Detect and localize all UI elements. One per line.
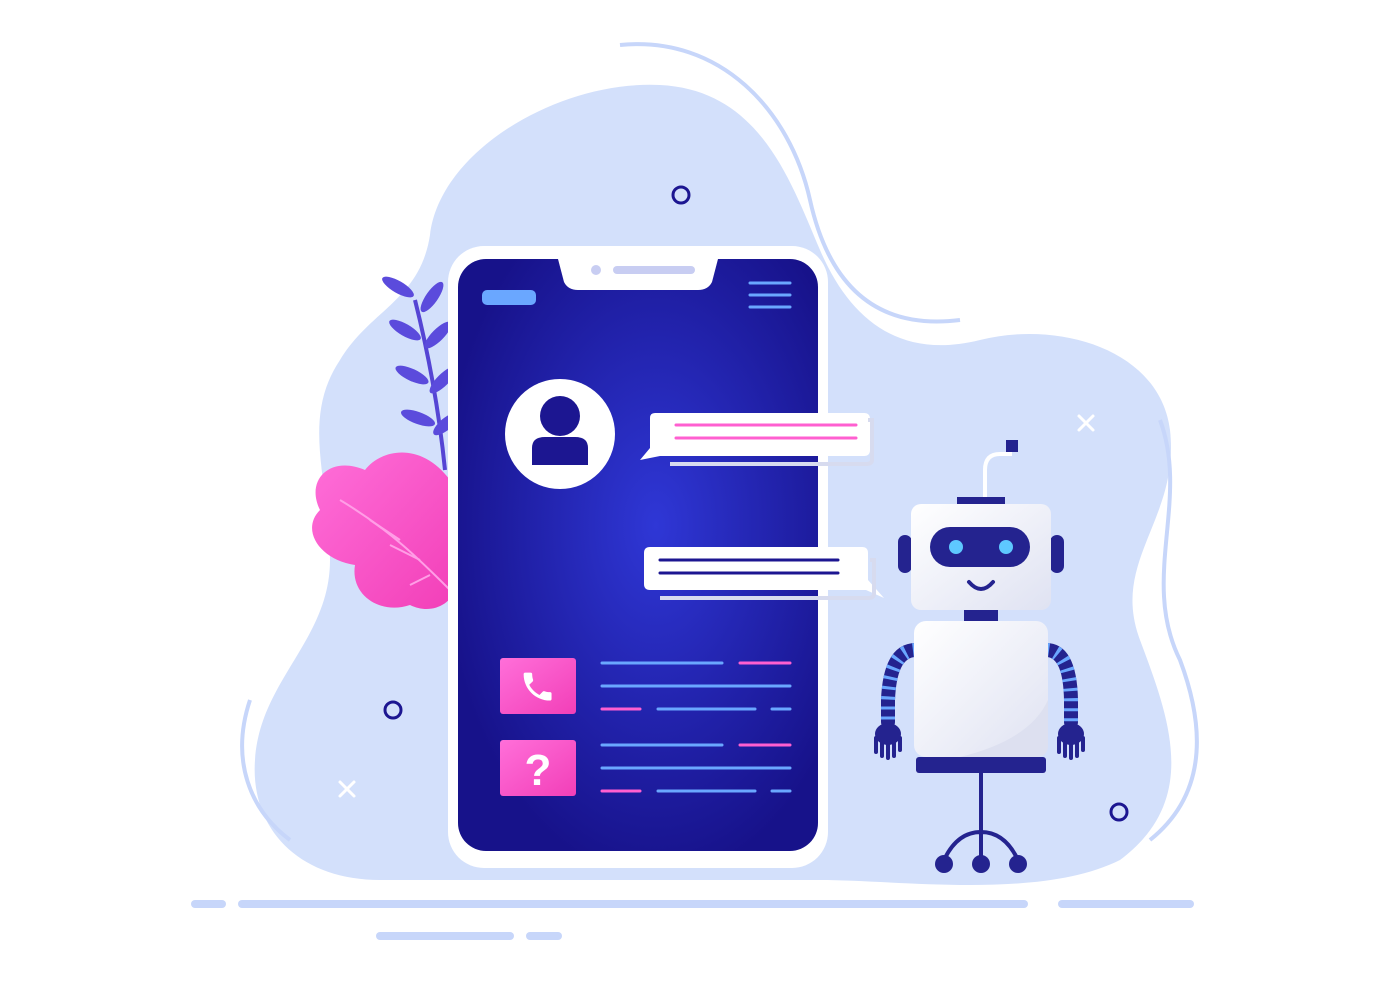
robot-visor (930, 527, 1030, 567)
question-icon: ? (525, 746, 552, 795)
avatar (505, 379, 615, 489)
antenna-tip (1006, 440, 1018, 452)
illustration-canvas: ? (191, 42, 1199, 940)
robot-eye (999, 540, 1013, 554)
camera-dot (591, 265, 601, 275)
speaker-slot (613, 266, 695, 274)
chatbot-illustration: ? (0, 0, 1393, 980)
robot-wheel (935, 855, 953, 873)
app-pill (482, 290, 536, 305)
robot-wheel (1009, 855, 1027, 873)
robot-eye (949, 540, 963, 554)
phone-button (500, 658, 576, 714)
robot-wheel (972, 855, 990, 873)
ground-lines (191, 900, 1194, 940)
